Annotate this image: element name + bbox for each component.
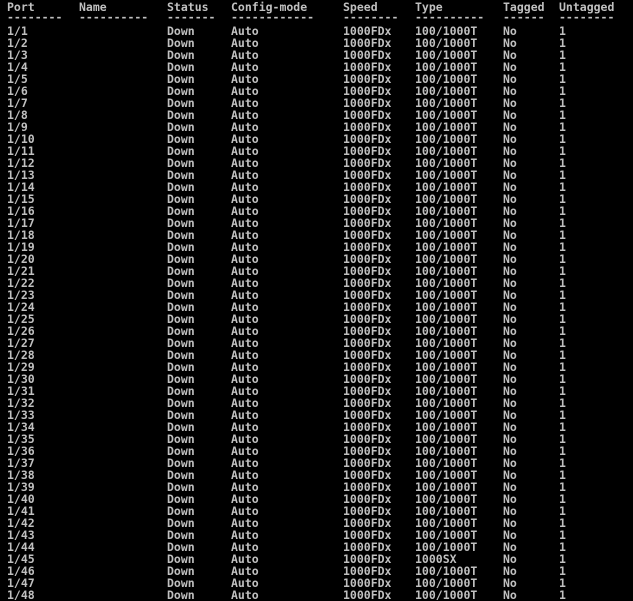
table-row: 1/27 Down Auto 1000FDx 100/1000T No 1 bbox=[0, 337, 633, 349]
table-row: 1/44 Down Auto 1000FDx 100/1000T No 1 bbox=[0, 541, 633, 553]
table-row: 1/43 Down Auto 1000FDx 100/1000T No 1 bbox=[0, 529, 633, 541]
table-row: 1/25 Down Auto 1000FDx 100/1000T No 1 bbox=[0, 313, 633, 325]
table-row: 1/46 Down Auto 1000FDx 100/1000T No 1 bbox=[0, 565, 633, 577]
table-row: 1/38 Down Auto 1000FDx 100/1000T No 1 bbox=[0, 469, 633, 481]
table-row: 1/31 Down Auto 1000FDx 100/1000T No 1 bbox=[0, 385, 633, 397]
table-row: 1/5 Down Auto 1000FDx 100/1000T No 1 bbox=[0, 73, 633, 85]
cell-tagged: No bbox=[503, 588, 517, 601]
table-row: 1/12 Down Auto 1000FDx 100/1000T No 1 bbox=[0, 157, 633, 169]
table-row: 1/7 Down Auto 1000FDx 100/1000T No 1 bbox=[0, 97, 633, 109]
table-row: 1/22 Down Auto 1000FDx 100/1000T No 1 bbox=[0, 277, 633, 289]
cell-speed: 1000FDx bbox=[343, 588, 392, 601]
table-row: 1/10 Down Auto 1000FDx 100/1000T No 1 bbox=[0, 133, 633, 145]
table-row: 1/20 Down Auto 1000FDx 100/1000T No 1 bbox=[0, 253, 633, 265]
table-row: 1/23 Down Auto 1000FDx 100/1000T No 1 bbox=[0, 289, 633, 301]
table-row: 1/37 Down Auto 1000FDx 100/1000T No 1 bbox=[0, 457, 633, 469]
cell-port: 1/48 bbox=[7, 588, 35, 601]
table-row: 1/4 Down Auto 1000FDx 100/1000T No 1 bbox=[0, 61, 633, 73]
separator-port: -------- bbox=[7, 10, 63, 24]
table-row: 1/33 Down Auto 1000FDx 100/1000T No 1 bbox=[0, 409, 633, 421]
table-row: 1/29 Down Auto 1000FDx 100/1000T No 1 bbox=[0, 361, 633, 373]
separator-tagged: ------ bbox=[503, 10, 545, 24]
table-row: 1/6 Down Auto 1000FDx 100/1000T No 1 bbox=[0, 85, 633, 97]
table-row: 1/17 Down Auto 1000FDx 100/1000T No 1 bbox=[0, 217, 633, 229]
table-row: 1/32 Down Auto 1000FDx 100/1000T No 1 bbox=[0, 397, 633, 409]
table-row: 1/42 Down Auto 1000FDx 100/1000T No 1 bbox=[0, 517, 633, 529]
separator-speed: -------- bbox=[343, 10, 399, 24]
table-row: 1/13 Down Auto 1000FDx 100/1000T No 1 bbox=[0, 169, 633, 181]
separator-untagged: -------- bbox=[559, 10, 615, 24]
table-row: 1/19 Down Auto 1000FDx 100/1000T No 1 bbox=[0, 241, 633, 253]
table-row: 1/47 Down Auto 1000FDx 100/1000T No 1 bbox=[0, 577, 633, 589]
terminal-window[interactable]: Port Name Status Config-mode Speed Type … bbox=[0, 0, 633, 601]
table-row: 1/21 Down Auto 1000FDx 100/1000T No 1 bbox=[0, 265, 633, 277]
table-row: 1/28 Down Auto 1000FDx 100/1000T No 1 bbox=[0, 349, 633, 361]
table-row: 1/41 Down Auto 1000FDx 100/1000T No 1 bbox=[0, 505, 633, 517]
cell-untagged: 1 bbox=[559, 588, 566, 601]
table-row: 1/24 Down Auto 1000FDx 100/1000T No 1 bbox=[0, 301, 633, 313]
table-row: 1/36 Down Auto 1000FDx 100/1000T No 1 bbox=[0, 445, 633, 457]
table-row: 1/18 Down Auto 1000FDx 100/1000T No 1 bbox=[0, 229, 633, 241]
cell-type: 100/1000T bbox=[415, 588, 478, 601]
separator-config-mode: ------------ bbox=[231, 10, 315, 24]
table-row: 1/30 Down Auto 1000FDx 100/1000T No 1 bbox=[0, 373, 633, 385]
cell-status: Down bbox=[167, 588, 195, 601]
table-row: 1/39 Down Auto 1000FDx 100/1000T No 1 bbox=[0, 481, 633, 493]
table-row: 1/48 Down Auto 1000FDx 100/1000T No 1 bbox=[0, 589, 633, 601]
cell-config-mode: Auto bbox=[231, 588, 259, 601]
separator-name: ---------- bbox=[79, 10, 149, 24]
table-row: 1/2 Down Auto 1000FDx 100/1000T No 1 bbox=[0, 37, 633, 49]
table-row: 1/26 Down Auto 1000FDx 100/1000T No 1 bbox=[0, 325, 633, 337]
header-separator: -------- ---------- ------- ------------… bbox=[0, 11, 633, 23]
table-row: 1/40 Down Auto 1000FDx 100/1000T No 1 bbox=[0, 493, 633, 505]
table-row: 1/45 Down Auto 1000FDx 1000SX No 1 bbox=[0, 553, 633, 565]
table-row: 1/16 Down Auto 1000FDx 100/1000T No 1 bbox=[0, 205, 633, 217]
table-row: 1/35 Down Auto 1000FDx 100/1000T No 1 bbox=[0, 433, 633, 445]
table-row: 1/1 Down Auto 1000FDx 100/1000T No 1 bbox=[0, 25, 633, 37]
table-row: 1/8 Down Auto 1000FDx 100/1000T No 1 bbox=[0, 109, 633, 121]
separator-status: ------- bbox=[167, 10, 216, 24]
table-row: 1/3 Down Auto 1000FDx 100/1000T No 1 bbox=[0, 49, 633, 61]
table-row: 1/14 Down Auto 1000FDx 100/1000T No 1 bbox=[0, 181, 633, 193]
table-row: 1/15 Down Auto 1000FDx 100/1000T No 1 bbox=[0, 193, 633, 205]
separator-type: ---------- bbox=[415, 10, 485, 24]
table-row: 1/34 Down Auto 1000FDx 100/1000T No 1 bbox=[0, 421, 633, 433]
table-row: 1/11 Down Auto 1000FDx 100/1000T No 1 bbox=[0, 145, 633, 157]
table-row: 1/9 Down Auto 1000FDx 100/1000T No 1 bbox=[0, 121, 633, 133]
